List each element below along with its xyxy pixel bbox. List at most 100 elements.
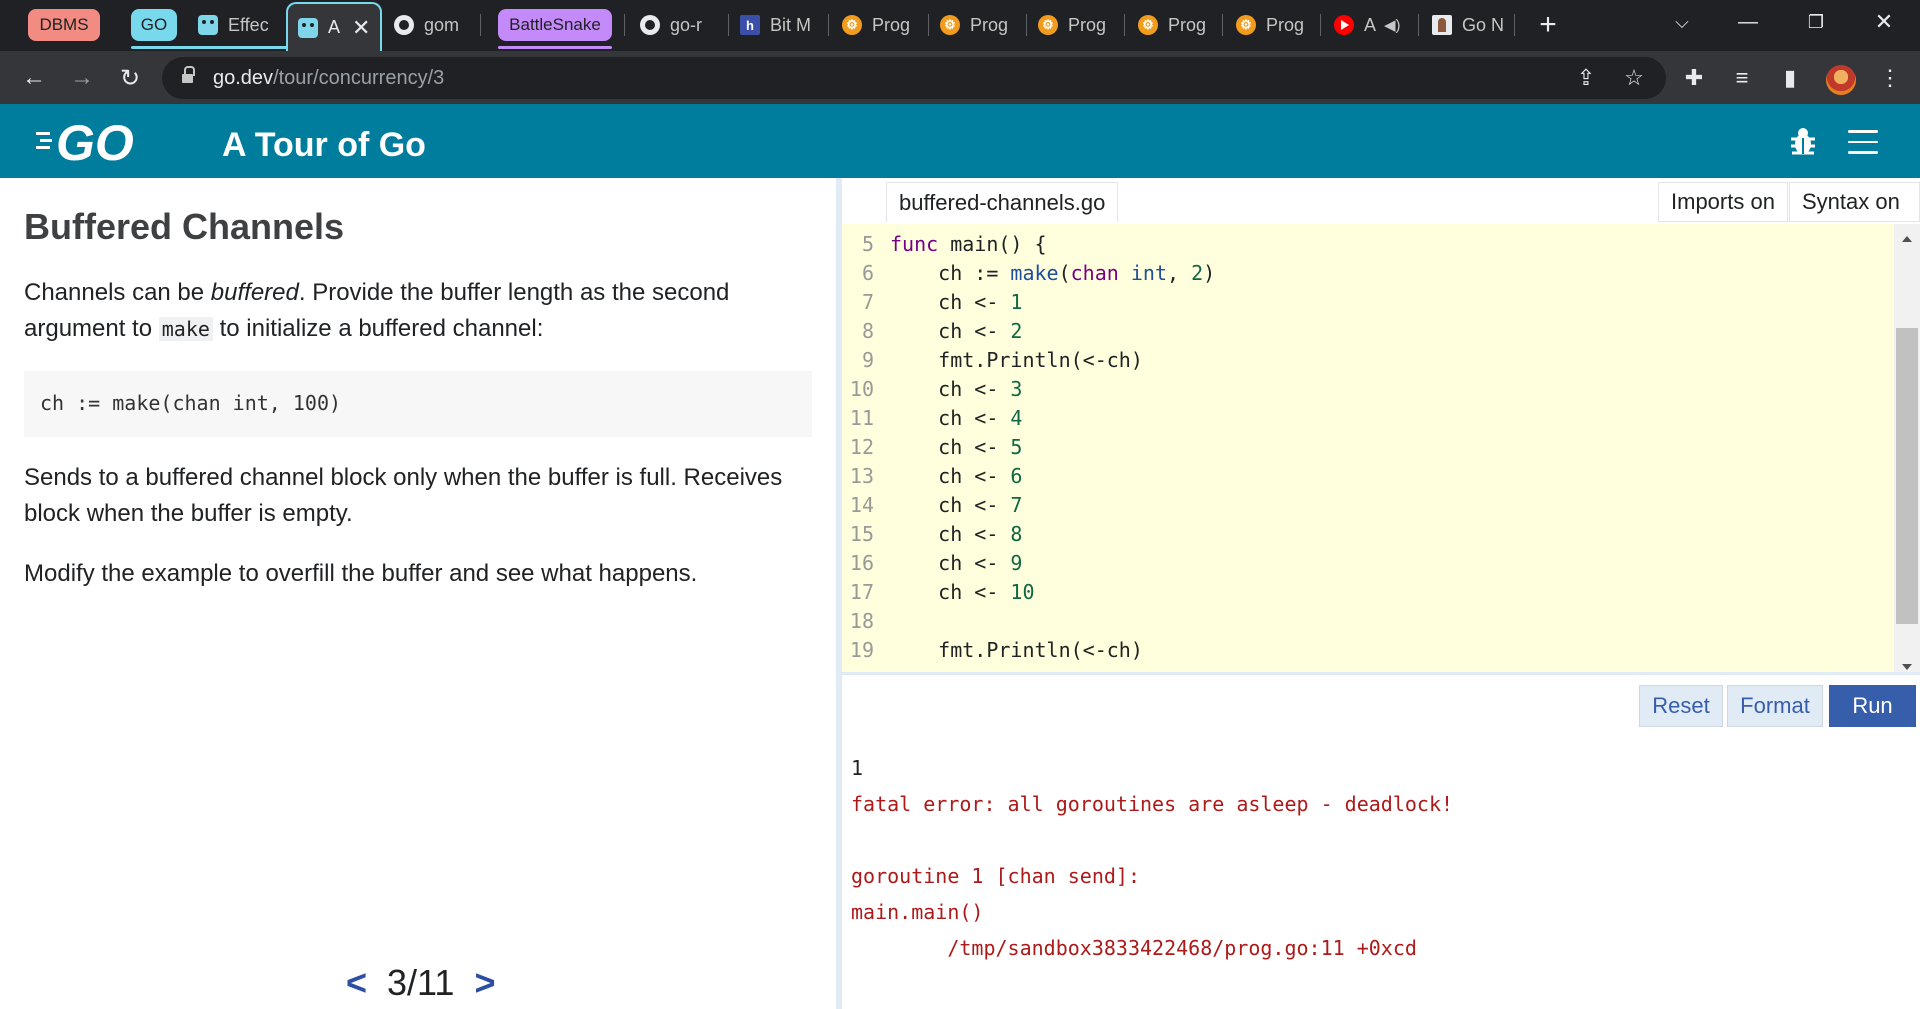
code-editor[interactable]: 5 func main() {6 ch := make(chan int, 2) 7…	[842, 224, 1894, 672]
next-page-button[interactable]: >	[474, 962, 495, 1004]
tab-github-go-r[interactable]: go-r	[640, 4, 716, 46]
code-line[interactable]: 19 fmt.Println(<-ch)	[842, 636, 1894, 665]
tab-label: Effec	[228, 14, 269, 35]
bug-icon[interactable]	[1786, 126, 1820, 158]
tab-bitm[interactable]: h Bit M	[740, 4, 826, 46]
code-text[interactable]: ch <- 3	[890, 375, 1022, 404]
code-line[interactable]: 9 fmt.Println(<-ch)	[842, 346, 1894, 375]
code-line[interactable]: 5 func main() {	[842, 230, 1894, 259]
minimize-button[interactable]: —	[1718, 0, 1778, 44]
reset-button[interactable]: Reset	[1639, 685, 1723, 727]
tab-github-gom[interactable]: gom	[394, 4, 466, 46]
side-panel-icon[interactable]: ▮	[1776, 64, 1804, 92]
tab-strip: DBMS GO Effec A ✕ gom BattleSnake go-r h…	[0, 0, 1920, 51]
format-button[interactable]: Format	[1727, 685, 1823, 727]
tab-prog-3[interactable]: ⚙ Prog	[1038, 4, 1120, 46]
go-logo-text: GO	[56, 118, 134, 164]
code-text[interactable]: fmt.Println(<-ch)	[890, 346, 1143, 375]
prev-page-button[interactable]: <	[346, 962, 367, 1004]
more-menu-icon[interactable]: ⋮	[1876, 64, 1904, 92]
code-line[interactable]: 17 ch <- 10	[842, 578, 1894, 607]
share-icon[interactable]: ⇪	[1572, 64, 1600, 92]
tab-separator	[1320, 14, 1321, 36]
code-text[interactable]: ch <- 9	[890, 549, 1022, 578]
code-text[interactable]: ch <- 1	[890, 288, 1022, 317]
run-button[interactable]: Run	[1829, 685, 1916, 727]
prog-icon: ⚙	[940, 15, 960, 35]
code-text[interactable]: func main() {	[890, 230, 1047, 259]
new-tab-button[interactable]: +	[1520, 3, 1576, 47]
code-line[interactable]: 7 ch <- 1	[842, 288, 1894, 317]
tab-prog-1[interactable]: ⚙ Prog	[842, 4, 924, 46]
code-line[interactable]: 11 ch <- 4	[842, 404, 1894, 433]
scroll-down-icon[interactable]	[1902, 664, 1912, 670]
extensions-puzzle-icon[interactable]: ✚	[1680, 64, 1708, 92]
syntax-toggle-button[interactable]: Syntax on	[1789, 182, 1920, 222]
menu-icon[interactable]	[1846, 126, 1880, 158]
tab-label: A	[328, 17, 341, 37]
forward-button[interactable]: →	[64, 60, 100, 96]
tab-group-go[interactable]: GO	[131, 9, 177, 41]
tab-prog-2[interactable]: ⚙ Prog	[940, 4, 1022, 46]
lesson-paragraph-2: Sends to a buffered channel block only w…	[24, 464, 783, 527]
file-tab[interactable]: buffered-channels.go	[886, 182, 1119, 222]
tab-group-battlesnake[interactable]: BattleSnake	[498, 9, 612, 41]
maximize-button[interactable]: ❐	[1786, 0, 1846, 44]
bookmark-star-icon[interactable]: ☆	[1620, 64, 1648, 92]
tab-effective-go[interactable]: Effec	[198, 4, 276, 46]
code-text[interactable]: ch <- 4	[890, 404, 1022, 433]
back-button[interactable]: ←	[16, 60, 52, 96]
tab-youtube[interactable]: A ◀)	[1334, 4, 1414, 46]
lock-icon[interactable]	[182, 66, 195, 84]
tab-separator	[1026, 14, 1027, 36]
code-line[interactable]: 6 ch := make(chan int, 2)	[842, 259, 1894, 288]
url-text[interactable]: go.dev/tour/concurrency/3	[213, 67, 444, 90]
tab-search-chevron-icon[interactable]: ⌵	[1652, 0, 1712, 44]
code-line[interactable]: 18	[842, 607, 1894, 636]
code-line[interactable]: 16 ch <- 9	[842, 549, 1894, 578]
code-line[interactable]: 13 ch <- 6	[842, 462, 1894, 491]
scroll-up-icon[interactable]	[1902, 236, 1912, 242]
code-text[interactable]: ch <- 7	[890, 491, 1022, 520]
line-number: 13	[849, 464, 874, 488]
code-text[interactable]: ch <- 10	[890, 578, 1034, 607]
scroll-thumb[interactable]	[1896, 328, 1918, 624]
hashnode-icon: h	[740, 15, 760, 35]
tab-active-tour[interactable]: A ✕	[286, 2, 382, 51]
code-text[interactable]: ch := make(chan int, 2)	[890, 259, 1215, 288]
code-line[interactable]: 12 ch <- 5	[842, 433, 1894, 462]
code-text[interactable]: ch <- 8	[890, 520, 1022, 549]
code-text[interactable]: ch <- 5	[890, 433, 1022, 462]
profile-avatar[interactable]	[1826, 65, 1856, 95]
code-text[interactable]: ch <- 2	[890, 317, 1022, 346]
code-line[interactable]: 10 ch <- 3	[842, 375, 1894, 404]
lesson-paragraph-3: Modify the example to overfill the buffe…	[24, 560, 698, 587]
audio-playing-icon[interactable]: ◀)	[1384, 16, 1401, 34]
address-bar[interactable]: go.dev/tour/concurrency/3 ⇪ ☆	[162, 57, 1666, 99]
close-window-button[interactable]: ✕	[1854, 0, 1914, 44]
code-example-block: ch := make(chan int, 100)	[24, 371, 812, 437]
page-indicator: 3/11	[387, 962, 455, 1003]
media-queue-icon[interactable]: ≡	[1728, 64, 1756, 92]
tab-group-dbms[interactable]: DBMS	[28, 9, 100, 41]
go-logo[interactable]: GO	[36, 118, 162, 164]
code-line[interactable]: 14 ch <- 7	[842, 491, 1894, 520]
tab-separator	[1418, 14, 1419, 36]
code-text[interactable]: ch <- 6	[890, 462, 1022, 491]
tab-label: Go N	[1462, 14, 1505, 35]
tab-prog-5[interactable]: ⚙ Prog	[1236, 4, 1318, 46]
reload-button[interactable]: ↻	[112, 60, 148, 96]
page-title[interactable]: A Tour of Go	[222, 126, 426, 165]
close-tab-icon[interactable]: ✕	[352, 15, 370, 41]
gopher-icon	[198, 15, 218, 35]
output-line: main.main()	[851, 900, 984, 924]
code-line[interactable]: 8 ch <- 2	[842, 317, 1894, 346]
tab-go-n[interactable]: Go N	[1432, 4, 1510, 46]
editor-scrollbar[interactable]	[1894, 224, 1920, 672]
code-line[interactable]: 15 ch <- 8	[842, 520, 1894, 549]
gopher-icon	[298, 17, 318, 38]
line-number: 18	[849, 609, 874, 633]
code-text[interactable]: fmt.Println(<-ch)	[890, 636, 1143, 665]
tab-prog-4[interactable]: ⚙ Prog	[1138, 4, 1220, 46]
imports-toggle-button[interactable]: Imports on	[1658, 182, 1788, 222]
